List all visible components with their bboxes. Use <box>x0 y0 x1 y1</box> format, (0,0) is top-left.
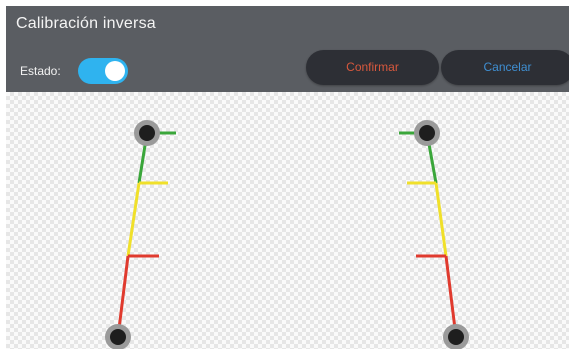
estado-toggle[interactable] <box>78 58 128 84</box>
header-bar: Calibración inversa Estado: Confirmar Ca… <box>6 6 569 92</box>
camera-preview <box>6 92 569 349</box>
toggle-knob <box>105 61 125 81</box>
estado-label: Estado: <box>20 64 61 78</box>
right-guide-yellow <box>434 182 448 257</box>
drag-handle-top-left[interactable] <box>134 120 160 146</box>
confirm-button[interactable]: Confirmar <box>306 50 439 85</box>
drag-handle-top-right[interactable] <box>414 120 440 146</box>
page-title: Calibración inversa <box>16 15 156 32</box>
calibration-screen: Calibración inversa Estado: Confirmar Ca… <box>0 0 569 349</box>
drag-handle-bottom-right[interactable] <box>443 324 469 349</box>
left-guide-yellow <box>126 182 141 257</box>
drag-handle-bottom-left[interactable] <box>105 324 131 349</box>
cancel-button[interactable]: Cancelar <box>441 50 569 85</box>
parking-guides <box>105 120 469 349</box>
